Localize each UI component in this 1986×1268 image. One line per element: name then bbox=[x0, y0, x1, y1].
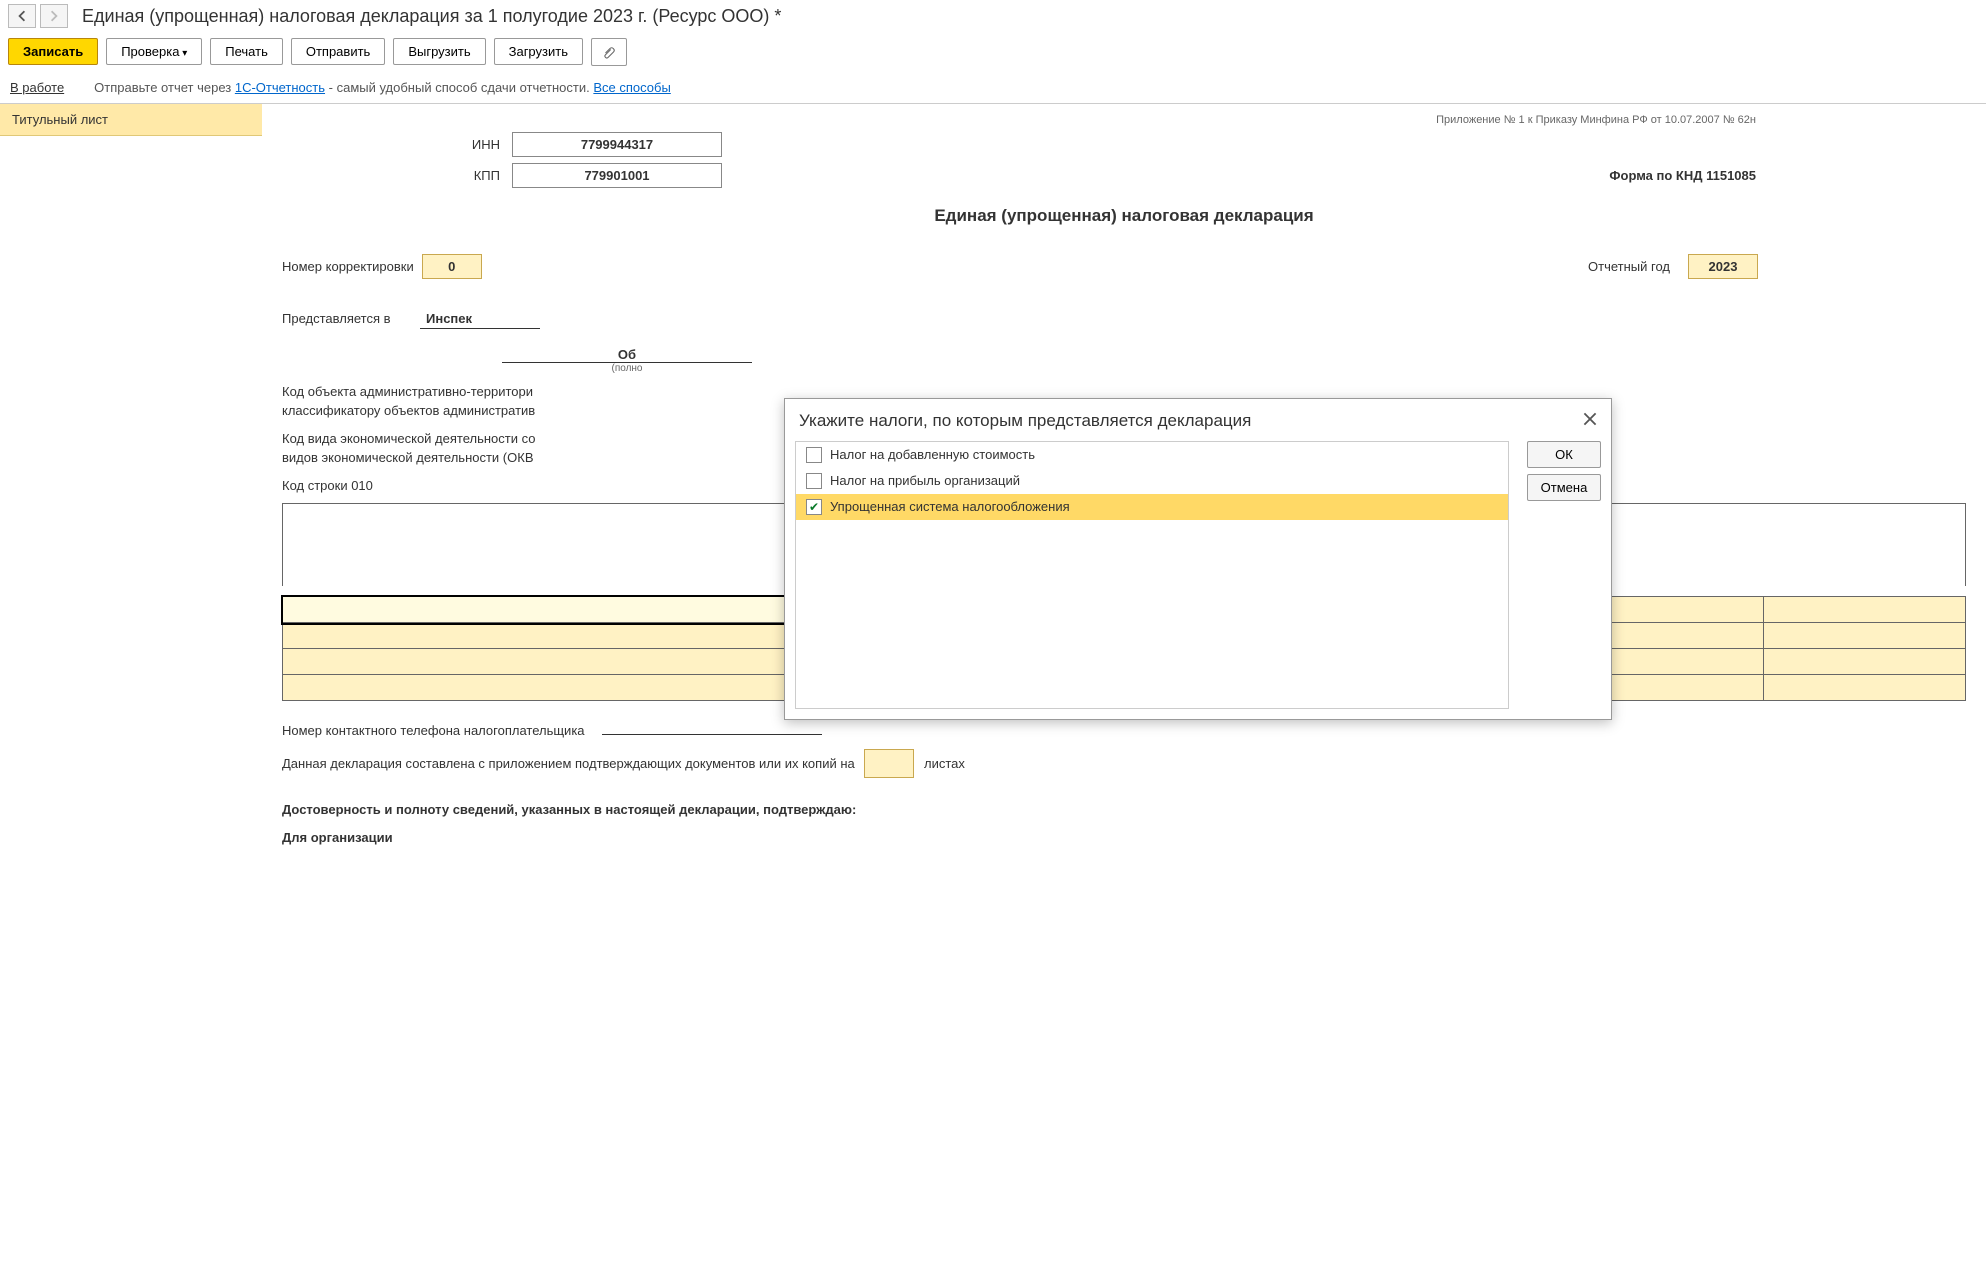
attachment-note: Приложение № 1 к Приказу Минфина РФ от 1… bbox=[282, 114, 1966, 126]
org-caption: (полно bbox=[502, 363, 752, 374]
import-button[interactable]: Загрузить bbox=[494, 38, 583, 65]
close-icon bbox=[1583, 412, 1597, 426]
for-org-label: Для организации bbox=[282, 828, 1966, 848]
paperclip-icon bbox=[602, 46, 616, 60]
confirm-text: Достоверность и полноту сведений, указан… bbox=[282, 800, 1966, 820]
arrow-right-icon bbox=[48, 10, 60, 22]
option-profit-label: Налог на прибыль организаций bbox=[830, 473, 1020, 488]
year-value[interactable]: 2023 bbox=[1688, 254, 1758, 279]
sidebar: Титульный лист bbox=[0, 104, 262, 876]
kpp-value[interactable]: 779901001 bbox=[512, 163, 722, 188]
status-message: Отправьте отчет через 1С-Отчетность - са… bbox=[94, 80, 671, 95]
inn-label: ИНН bbox=[282, 137, 512, 152]
status-text-before: Отправьте отчет через bbox=[94, 80, 235, 95]
checkbox-profit-tax[interactable] bbox=[806, 473, 822, 489]
inn-value[interactable]: 7799944317 bbox=[512, 132, 722, 157]
phone-input[interactable] bbox=[602, 734, 822, 735]
send-button[interactable]: Отправить bbox=[291, 38, 385, 65]
back-button[interactable] bbox=[8, 4, 36, 28]
okved-line1: Код вида экономической деятельности со bbox=[282, 431, 536, 446]
modal-ok-button[interactable]: ОК bbox=[1527, 441, 1601, 468]
modal-cancel-button[interactable]: Отмена bbox=[1527, 474, 1601, 501]
link-1c-reporting[interactable]: 1С-Отчетность bbox=[235, 80, 325, 95]
option-usn[interactable]: Упрощенная система налогообложения bbox=[796, 494, 1508, 520]
attach-pages-input[interactable] bbox=[864, 749, 914, 779]
save-button[interactable]: Записать bbox=[8, 38, 98, 65]
option-vat-label: Налог на добавленную стоимость bbox=[830, 447, 1035, 462]
modal-title: Укажите налоги, по которым представляетс… bbox=[799, 411, 1251, 431]
content-area: Приложение № 1 к Приказу Минфина РФ от 1… bbox=[262, 104, 1986, 876]
attach-text2: листах bbox=[924, 756, 965, 771]
correction-value[interactable]: 0 bbox=[422, 254, 482, 279]
checkbox-vat[interactable] bbox=[806, 447, 822, 463]
modal-options-list: Налог на добавленную стоимость Налог на … bbox=[795, 441, 1509, 709]
print-button[interactable]: Печать bbox=[210, 38, 283, 65]
page-title: Единая (упрощенная) налоговая декларация… bbox=[82, 6, 781, 27]
okato-line2: классификатору объектов административ bbox=[282, 403, 535, 418]
sidebar-item-title-page[interactable]: Титульный лист bbox=[0, 104, 262, 136]
correction-label: Номер корректировки bbox=[282, 259, 414, 274]
check-button[interactable]: Проверка bbox=[106, 38, 202, 65]
attach-text1: Данная декларация составлена с приложени… bbox=[282, 756, 855, 771]
okved-line2: видов экономической деятельности (ОКВ bbox=[282, 450, 534, 465]
phone-label: Номер контактного телефона налогоплатель… bbox=[282, 723, 585, 738]
okato-line1: Код объекта административно-территори bbox=[282, 384, 533, 399]
modal-close-button[interactable] bbox=[1583, 411, 1597, 431]
presented-value[interactable]: Инспек bbox=[420, 309, 540, 329]
document-title: Единая (упрощенная) налоговая декларация bbox=[282, 206, 1966, 226]
knd-label: Форма по КНД 1151085 bbox=[1609, 168, 1966, 183]
option-profit-tax[interactable]: Налог на прибыль организаций bbox=[796, 468, 1508, 494]
forward-button[interactable] bbox=[40, 4, 68, 28]
org-header: Об bbox=[502, 347, 752, 363]
attachment-button[interactable] bbox=[591, 38, 627, 66]
status-label[interactable]: В работе bbox=[10, 80, 64, 95]
status-text-mid: - самый удобный способ сдачи отчетности. bbox=[325, 80, 593, 95]
presented-label: Представляется в bbox=[282, 311, 412, 326]
arrow-left-icon bbox=[16, 10, 28, 22]
kpp-label: КПП bbox=[282, 168, 512, 183]
year-label: Отчетный год bbox=[1588, 259, 1680, 274]
link-all-methods[interactable]: Все способы bbox=[593, 80, 670, 95]
checkbox-usn[interactable] bbox=[806, 499, 822, 515]
option-vat[interactable]: Налог на добавленную стоимость bbox=[796, 442, 1508, 468]
export-button[interactable]: Выгрузить bbox=[393, 38, 485, 65]
tax-selection-modal: Укажите налоги, по которым представляетс… bbox=[784, 398, 1612, 720]
option-usn-label: Упрощенная система налогообложения bbox=[830, 499, 1070, 514]
